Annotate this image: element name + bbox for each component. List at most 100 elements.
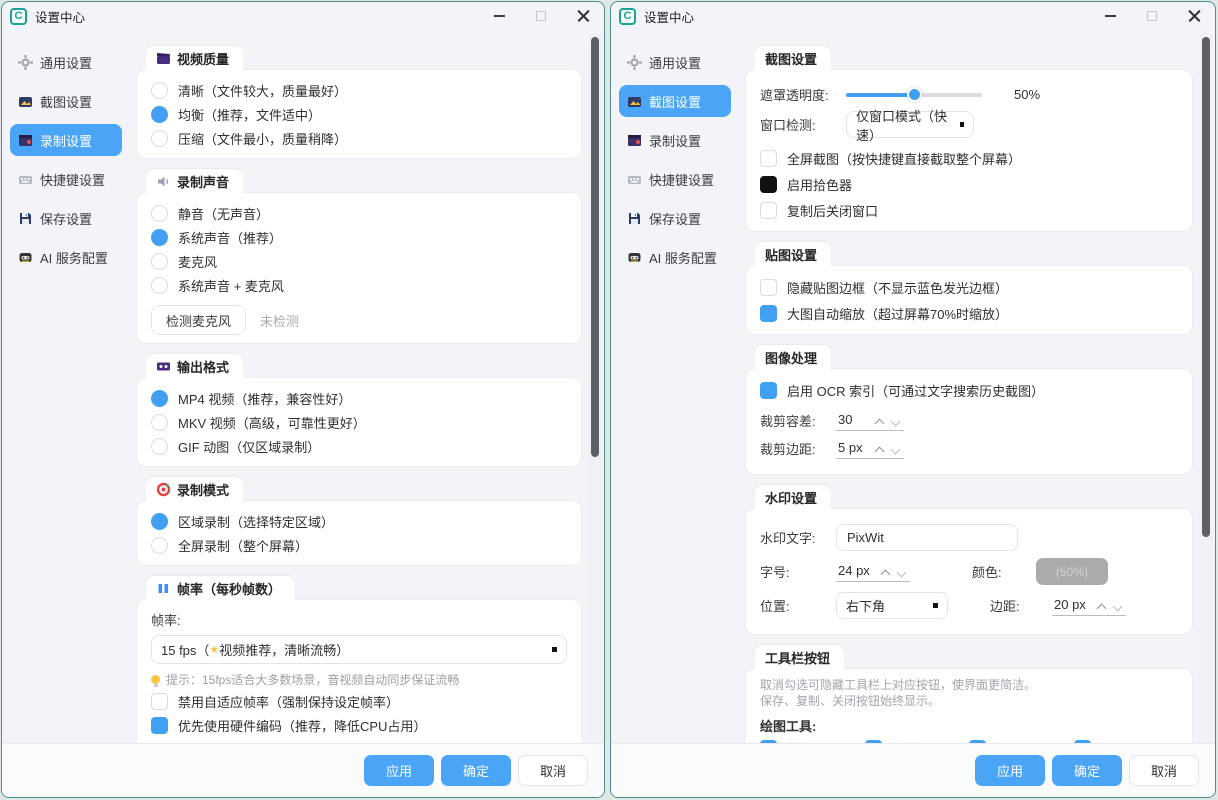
spin-down-icon[interactable] — [897, 569, 906, 578]
radio-option[interactable]: 清晰（文件较大，质量最好） — [151, 78, 567, 102]
ok-button[interactable]: 确定 — [441, 755, 511, 786]
radio-label: 静音（无声音） — [178, 204, 269, 223]
checkbox-option[interactable]: 矩形 — [969, 738, 1074, 743]
mask-opacity-slider[interactable] — [846, 93, 982, 97]
scrollbar[interactable] — [1199, 33, 1213, 740]
titlebar[interactable]: C 设置中心 — [611, 2, 1215, 30]
crop-margin-spinner[interactable]: 5 px — [836, 438, 904, 459]
scrollbar-thumb[interactable] — [1202, 37, 1210, 537]
checkbox-option[interactable]: 全屏截图（按快捷键直接截取整个屏幕） — [760, 145, 1178, 171]
maximize-button[interactable] — [520, 2, 562, 30]
radio-indicator[interactable] — [151, 82, 168, 99]
radio-option[interactable]: 静音（无声音） — [151, 201, 567, 225]
checkbox-indicator[interactable] — [969, 740, 986, 743]
fps-dropdown[interactable]: 15 fps（★视频推荐，清晰流畅） — [151, 635, 567, 664]
cancel-button[interactable]: 取消 — [1129, 755, 1199, 786]
radio-option[interactable]: MKV 视频（高级，可靠性更好） — [151, 410, 567, 434]
radio-indicator[interactable] — [151, 537, 168, 554]
crop-tolerance-spinner[interactable]: 30 — [836, 410, 904, 431]
checkbox-option[interactable]: 画笔 — [865, 738, 970, 743]
checkbox-option[interactable]: 启用 OCR 索引（可通过文字搜索历史截图） — [760, 377, 1178, 403]
radio-option[interactable]: 区域录制（选择特定区域） — [151, 509, 567, 533]
sidebar-item-save[interactable]: 保存设置 — [10, 202, 122, 234]
radio-indicator[interactable] — [151, 414, 168, 431]
checkbox-indicator[interactable] — [151, 717, 168, 734]
checkbox-indicator[interactable] — [865, 740, 882, 743]
sidebar-item-save[interactable]: 保存设置 — [619, 202, 731, 234]
watermark-text-input[interactable]: PixWit — [836, 524, 1018, 551]
checkbox-indicator[interactable] — [760, 279, 777, 296]
position-dropdown[interactable]: 右下角 — [836, 592, 948, 619]
radio-indicator[interactable] — [151, 513, 168, 530]
radio-indicator[interactable] — [151, 205, 168, 222]
window-detect-dropdown[interactable]: 仅窗口模式（快速） — [846, 111, 974, 138]
maximize-button[interactable] — [1131, 2, 1173, 30]
spin-up-icon[interactable] — [875, 446, 884, 455]
radio-option[interactable]: 系统声音 + 麦克风 — [151, 273, 567, 297]
color-swatch-button[interactable]: (50%) — [1036, 558, 1108, 585]
radio-indicator[interactable] — [151, 130, 168, 147]
checkbox-option[interactable]: 隐藏贴图边框（不显示蓝色发光边框） — [760, 274, 1178, 300]
sidebar-item-ai[interactable]: AI 服务配置 — [619, 241, 731, 273]
checkbox-option[interactable]: 优先使用硬件编码（推荐，降低CPU占用） — [151, 713, 567, 737]
cancel-button[interactable]: 取消 — [518, 755, 588, 786]
apply-button[interactable]: 应用 — [975, 755, 1045, 786]
checkbox-indicator[interactable] — [760, 176, 777, 193]
sidebar-item-ai[interactable]: AI 服务配置 — [10, 241, 122, 273]
sidebar-item-general[interactable]: 通用设置 — [10, 46, 122, 78]
detect-mic-button[interactable]: 检测麦克风 — [151, 305, 246, 335]
spin-up-icon[interactable] — [1097, 603, 1106, 612]
titlebar[interactable]: C 设置中心 — [2, 2, 604, 30]
minimize-button[interactable] — [478, 2, 520, 30]
checkbox-indicator[interactable] — [760, 150, 777, 167]
checkbox-indicator[interactable] — [1074, 740, 1091, 743]
spin-down-icon[interactable] — [1113, 603, 1122, 612]
radio-option[interactable]: GIF 动图（仅区域录制） — [151, 434, 567, 458]
sidebar-item-recording[interactable]: 录制设置 — [10, 124, 122, 156]
checkbox-indicator[interactable] — [151, 693, 168, 710]
radio-indicator[interactable] — [151, 438, 168, 455]
sidebar-item-screenshot[interactable]: 截图设置 — [619, 85, 731, 117]
checkbox-option[interactable]: 禁用自适应帧率（强制保持设定帧率） — [151, 689, 567, 713]
radio-indicator[interactable] — [151, 106, 168, 123]
checkbox-option[interactable]: 复制后关闭窗口 — [760, 197, 1178, 223]
radio-option[interactable]: 系统声音（推荐） — [151, 225, 567, 249]
apply-button[interactable]: 应用 — [364, 755, 434, 786]
radio-indicator[interactable] — [151, 277, 168, 294]
sidebar-item-screenshot[interactable]: 截图设置 — [10, 85, 122, 117]
radio-indicator[interactable] — [151, 229, 168, 246]
slider-knob[interactable] — [907, 87, 922, 102]
scrollbar-thumb[interactable] — [591, 37, 599, 457]
radio-option[interactable]: 压缩（文件最小，质量稍降） — [151, 126, 567, 150]
radio-option[interactable]: 麦克风 — [151, 249, 567, 273]
checkbox-option[interactable]: 大图自动缩放（超过屏幕70%时缩放） — [760, 300, 1178, 326]
minimize-button[interactable] — [1089, 2, 1131, 30]
close-button[interactable] — [1173, 2, 1215, 30]
radio-option[interactable]: MP4 视频（推荐，兼容性好） — [151, 386, 567, 410]
scrollbar[interactable] — [588, 33, 602, 740]
checkbox-indicator[interactable] — [760, 202, 777, 219]
radio-option[interactable]: 全屏录制（整个屏幕） — [151, 533, 567, 557]
sidebar-item-hotkeys[interactable]: 快捷键设置 — [10, 163, 122, 195]
spin-up-icon[interactable] — [881, 569, 890, 578]
radio-option[interactable]: 均衡（推荐，文件适中） — [151, 102, 567, 126]
checkbox-indicator[interactable] — [760, 305, 777, 322]
checkbox-option[interactable]: 圆形 — [1074, 738, 1179, 743]
checkbox-indicator[interactable] — [760, 382, 777, 399]
font-size-spinner[interactable]: 24 px — [836, 561, 910, 582]
checkbox-option[interactable]: 箭头 — [760, 738, 865, 743]
sidebar-item-recording[interactable]: 录制设置 — [619, 124, 731, 156]
spin-up-icon[interactable] — [875, 418, 884, 427]
checkbox-option[interactable]: 启用拾色器 — [760, 171, 1178, 197]
spin-down-icon[interactable] — [891, 418, 900, 427]
close-button[interactable] — [562, 2, 604, 30]
radio-indicator[interactable] — [151, 253, 168, 270]
radio-indicator[interactable] — [151, 390, 168, 407]
sidebar-item-general[interactable]: 通用设置 — [619, 46, 731, 78]
margin-spinner[interactable]: 20 px — [1052, 595, 1126, 616]
spin-down-icon[interactable] — [891, 446, 900, 455]
ok-button[interactable]: 确定 — [1052, 755, 1122, 786]
dialog-footer: 应用 确定 取消 — [2, 743, 604, 797]
sidebar-item-hotkeys[interactable]: 快捷键设置 — [619, 163, 731, 195]
checkbox-indicator[interactable] — [760, 740, 777, 743]
